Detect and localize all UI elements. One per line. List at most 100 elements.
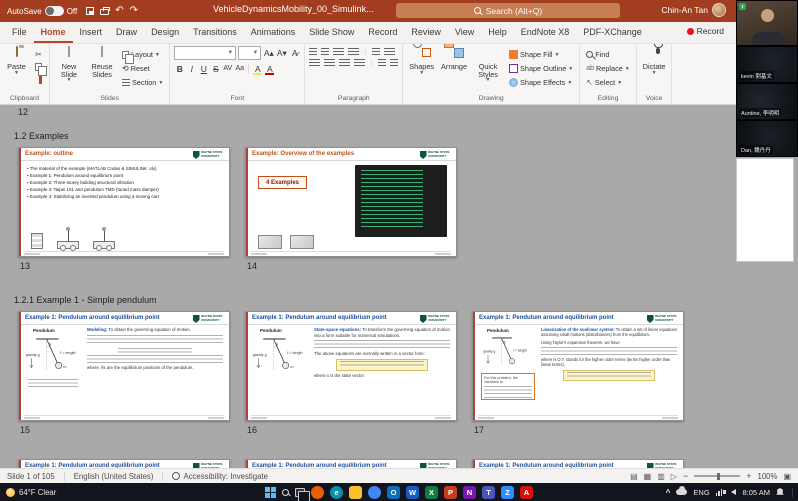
grow-font-icon[interactable]: A▴ — [263, 47, 274, 60]
text-direction-icon[interactable] — [384, 48, 395, 56]
undo-icon[interactable]: ↶ — [115, 6, 123, 16]
powerpoint-icon[interactable]: P — [444, 486, 457, 499]
layout-button[interactable]: Layout▼ — [120, 48, 165, 61]
clock[interactable]: 8:05 AM — [742, 488, 770, 497]
video-tile[interactable]: Auntine, 李明明 — [736, 83, 798, 120]
print-icon[interactable] — [100, 9, 109, 15]
quick-styles-button[interactable]: Quick Styles ▼ — [472, 46, 504, 84]
italic-button[interactable]: I — [186, 62, 197, 75]
slide-sorter-canvas[interactable]: 12 1.2 Examples Example: outline WAYNE S… — [0, 105, 798, 468]
font-family-select[interactable]: ▼ — [174, 46, 236, 60]
find-button[interactable]: Find — [584, 48, 632, 61]
slide-thumbnail-14[interactable]: Example: Overview of the examples WAYNE … — [245, 147, 457, 257]
onenote-icon[interactable]: N — [463, 486, 476, 499]
autosave-switch[interactable] — [45, 6, 64, 16]
video-tile-live[interactable] — [736, 0, 798, 46]
arrange-button[interactable]: Arrange — [439, 46, 469, 71]
slide-thumbnail-17[interactable]: Example 1: Pendulum around equilibrium p… — [472, 311, 684, 421]
task-view-icon[interactable] — [295, 488, 305, 497]
slideshow-view-icon[interactable]: ▷ — [671, 472, 677, 481]
format-painter-icon[interactable] — [39, 76, 42, 84]
video-tile[interactable]: kevin 劉基文 — [736, 46, 798, 83]
align-right-icon[interactable] — [339, 59, 350, 67]
section-header[interactable]: 1.2.1 Example 1 - Simple pendulum — [14, 295, 157, 305]
font-size-select[interactable]: ▼ — [238, 46, 261, 60]
tab-help[interactable]: Help — [481, 22, 514, 43]
chrome-icon[interactable] — [368, 486, 381, 499]
input-language[interactable]: ENG — [693, 488, 709, 497]
taskbar-search-icon[interactable] — [282, 489, 289, 496]
underline-button[interactable]: U — [198, 62, 209, 75]
tab-slide-show[interactable]: Slide Show — [302, 22, 361, 43]
reading-view-icon[interactable]: ▥ — [657, 472, 665, 481]
new-slide-button[interactable]: New Slide ▼ — [54, 46, 84, 84]
tab-draw[interactable]: Draw — [109, 22, 144, 43]
tab-endnote-x8[interactable]: EndNote X8 — [514, 22, 577, 43]
show-desktop-button[interactable] — [792, 488, 794, 497]
line-spacing-icon[interactable] — [372, 48, 380, 56]
clear-formatting-icon[interactable]: A̷ — [289, 47, 300, 60]
save-icon[interactable] — [86, 7, 94, 15]
bold-button[interactable]: B — [174, 62, 185, 75]
character-spacing-button[interactable]: AV — [222, 62, 233, 75]
change-case-button[interactable]: Aa — [234, 62, 245, 75]
tab-home[interactable]: Home — [34, 22, 73, 43]
paste-button[interactable]: Paste ▼ — [4, 46, 29, 76]
slide-thumbnail-partial[interactable]: Example 1: Pendulum around equilibrium p… — [245, 459, 457, 468]
language-indicator[interactable]: English (United States) — [74, 472, 154, 481]
tab-transitions[interactable]: Transitions — [186, 22, 244, 43]
record-button[interactable]: Record — [687, 26, 724, 36]
word-icon[interactable]: W — [406, 486, 419, 499]
copy-icon[interactable] — [35, 63, 42, 71]
notifications-icon[interactable] — [776, 488, 784, 496]
edge-icon[interactable]: e — [330, 486, 343, 499]
font-color-button[interactable]: A — [264, 62, 275, 75]
bullets-icon[interactable] — [309, 48, 317, 56]
account-button[interactable]: Chin-An Tan — [661, 3, 726, 17]
shape-effects-button[interactable]: Shape Effects▼ — [507, 76, 575, 89]
zoom-in-icon[interactable]: + — [746, 472, 751, 481]
tab-review[interactable]: Review — [404, 22, 448, 43]
video-tile[interactable]: Dan, 魏丹丹 — [736, 120, 798, 157]
cut-icon[interactable]: ✂ — [32, 48, 45, 60]
reuse-slides-button[interactable]: Reuse Slides — [87, 46, 117, 78]
search-box[interactable]: Search (Alt+Q) — [396, 3, 620, 18]
onedrive-icon[interactable] — [676, 489, 687, 495]
tab-view[interactable]: View — [448, 22, 481, 43]
decrease-indent-icon[interactable] — [333, 48, 344, 56]
reset-button[interactable]: ⟲Reset — [120, 62, 165, 75]
network-icon[interactable] — [716, 489, 723, 496]
zoom-icon[interactable]: Z — [501, 486, 514, 499]
slide-thumbnail-partial[interactable]: Example 1: Pendulum around equilibrium p… — [18, 459, 230, 468]
shape-fill-button[interactable]: Shape Fill▼ — [507, 48, 575, 61]
hidden-icons-chevron[interactable]: ^ — [666, 488, 671, 497]
autosave-toggle[interactable]: AutoSave Off — [7, 6, 77, 16]
smartart-icon[interactable] — [390, 59, 398, 67]
slide-sorter-view-icon[interactable]: ▦ — [644, 472, 652, 481]
zoom-knob[interactable] — [717, 473, 720, 480]
slide-thumbnail-15[interactable]: Example 1: Pendulum around equilibrium p… — [18, 311, 230, 421]
acrobat-icon[interactable]: A — [520, 486, 533, 499]
tab-file[interactable]: File — [5, 22, 34, 43]
align-center-icon[interactable] — [324, 59, 335, 67]
shapes-button[interactable]: Shapes ▼ — [407, 46, 436, 76]
numbering-icon[interactable] — [321, 48, 329, 56]
zoom-level[interactable]: 100% — [757, 472, 777, 481]
dictate-button[interactable]: Dictate ▼ — [641, 46, 668, 76]
zoom-slider[interactable] — [694, 475, 740, 477]
increase-indent-icon[interactable] — [348, 48, 359, 56]
strikethrough-button[interactable]: S — [210, 62, 221, 75]
replace-button[interactable]: abReplace▼ — [584, 62, 632, 75]
tab-record[interactable]: Record — [361, 22, 404, 43]
columns-icon[interactable] — [378, 59, 386, 67]
tab-animations[interactable]: Animations — [244, 22, 303, 43]
slide-indicator[interactable]: Slide 1 of 105 — [7, 472, 55, 481]
redo-icon[interactable]: ↷ — [130, 6, 138, 16]
section-button[interactable]: Section▼ — [120, 76, 165, 89]
teams-icon[interactable]: T — [482, 486, 495, 499]
excel-icon[interactable]: X — [425, 486, 438, 499]
outlook-icon[interactable]: O — [387, 486, 400, 499]
weather-widget[interactable]: 64°F Clear — [6, 488, 56, 497]
start-button[interactable] — [265, 487, 276, 498]
firefox-icon[interactable] — [311, 486, 324, 499]
